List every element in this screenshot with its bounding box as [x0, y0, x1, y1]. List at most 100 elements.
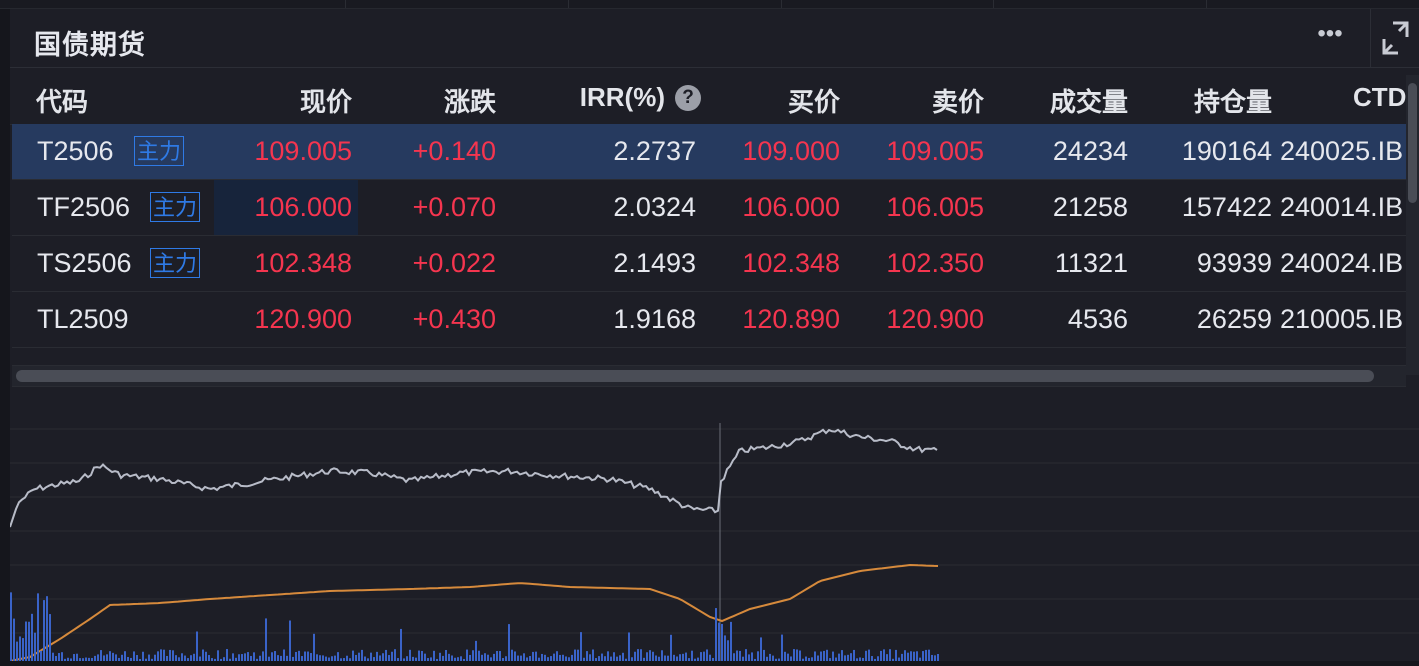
- horizontal-scrollbar[interactable]: [12, 365, 1406, 387]
- volume-bar: [619, 655, 621, 661]
- volume-bar: [298, 650, 300, 661]
- volume-bar: [433, 650, 435, 661]
- volume-bar: [154, 654, 156, 661]
- volume-bar: [739, 650, 741, 661]
- volume-bar: [172, 650, 174, 661]
- volume-bar: [769, 653, 771, 661]
- volume-bar: [631, 657, 633, 661]
- volume-bar: [196, 631, 198, 661]
- volume-bar: [103, 655, 105, 661]
- volume-bar: [907, 652, 909, 661]
- volume-bar: [550, 656, 552, 661]
- volume-bar: [61, 652, 63, 661]
- col-volume[interactable]: 成交量: [1050, 82, 1128, 119]
- volume-bar: [217, 650, 219, 661]
- volume-bar: [505, 656, 507, 661]
- table-row[interactable]: T2506 主力 109.005 +0.140 2.2737 109.000 1…: [12, 124, 1406, 180]
- col-open-interest[interactable]: 持仓量: [1194, 82, 1272, 119]
- open-interest-value: 26259: [1196, 304, 1272, 334]
- volume-bar: [877, 656, 879, 661]
- table-row[interactable]: TL2509 120.900 +0.430 1.9168 120.890 120…: [12, 292, 1406, 348]
- volume-bar: [100, 650, 102, 661]
- volume-bar: [262, 651, 264, 661]
- help-circle-icon[interactable]: ?: [675, 85, 701, 111]
- volume-bar: [274, 651, 276, 661]
- open-interest-value: 93939: [1196, 248, 1272, 278]
- table-row[interactable]: TF2506 主力 106.000 +0.070 2.0324 106.000 …: [12, 180, 1406, 236]
- volume-bar: [589, 654, 591, 661]
- volume-bar: [661, 650, 663, 661]
- volume-bar: [604, 656, 606, 661]
- volume-bar: [691, 650, 693, 661]
- volume-bar: [547, 657, 549, 661]
- volume-bar: [106, 654, 108, 661]
- volume-bar: [115, 654, 117, 661]
- volume-bar: [223, 657, 225, 661]
- price-change: +0.022: [412, 248, 496, 278]
- ask-price: 106.005: [886, 192, 984, 222]
- volume-bar: [28, 621, 30, 661]
- volume-value: 21258: [1052, 192, 1128, 222]
- volume-bar: [328, 657, 330, 661]
- col-ask[interactable]: 卖价: [932, 82, 984, 119]
- volume-bar: [553, 653, 555, 661]
- expand-icon[interactable]: [1370, 9, 1419, 67]
- volume-bar: [904, 650, 906, 661]
- volume-bar: [784, 651, 786, 661]
- volume-bar: [859, 657, 861, 661]
- volume-bar: [760, 637, 762, 661]
- volume-bar: [55, 656, 57, 661]
- volume-bar: [913, 651, 915, 661]
- volume-bar: [46, 596, 48, 661]
- volume-bar: [334, 655, 336, 661]
- volume-bar: [538, 657, 540, 661]
- col-ctd[interactable]: CTD: [1353, 82, 1406, 113]
- main-contract-tag: 主力: [150, 248, 200, 278]
- vertical-scrollbar[interactable]: [1406, 75, 1419, 375]
- volume-bar: [844, 655, 846, 661]
- col-change[interactable]: 涨跌: [444, 82, 496, 119]
- last-price: 102.348: [254, 248, 352, 278]
- table-row[interactable]: TS2506 主力 102.348 +0.022 2.1493 102.348 …: [12, 236, 1406, 292]
- volume-bar: [634, 651, 636, 661]
- col-irr[interactable]: IRR(%)?: [580, 82, 701, 113]
- volume-bar: [238, 654, 240, 661]
- volume-bar: [721, 623, 723, 661]
- more-dots-icon[interactable]: •••: [1310, 22, 1350, 53]
- volume-bar: [190, 655, 192, 661]
- volume-bar: [574, 649, 576, 661]
- volume-bar: [163, 649, 165, 661]
- col-price[interactable]: 现价: [300, 82, 352, 119]
- volume-bar: [697, 657, 699, 661]
- volume-bar: [127, 656, 129, 661]
- col-bid[interactable]: 买价: [788, 82, 840, 119]
- volume-bar: [655, 655, 657, 661]
- volume-bar: [853, 649, 855, 661]
- volume-bar: [226, 649, 228, 661]
- volume-bar: [355, 654, 357, 661]
- col-code[interactable]: 代码: [36, 82, 88, 119]
- volume-bar: [781, 634, 783, 661]
- volume-bar: [415, 657, 417, 661]
- horizontal-scrollbar-thumb[interactable]: [16, 370, 1374, 382]
- volume-bar: [304, 651, 306, 661]
- volume-bar: [796, 649, 798, 661]
- volume-bar: [772, 655, 774, 661]
- volume-bar: [49, 614, 51, 661]
- volume-bar: [715, 608, 717, 661]
- volume-bar: [814, 651, 816, 661]
- bond-futures-panel: 国债期货 ••• 代码 现价 涨跌 IRR(%)? 买价 卖价 成交量 持仓量 …: [9, 9, 1419, 662]
- volume-bar: [337, 652, 339, 661]
- vertical-scrollbar-thumb[interactable]: [1408, 83, 1417, 203]
- ctd-bond: 240025.IB: [1280, 136, 1404, 166]
- volume-bar: [799, 650, 801, 661]
- volume-bar: [598, 656, 600, 661]
- price-change: +0.430: [412, 304, 496, 334]
- volume-bar: [847, 654, 849, 661]
- volume-bar: [676, 656, 678, 661]
- volume-bar: [73, 654, 75, 661]
- volume-bar: [475, 640, 477, 661]
- volume-bar: [934, 655, 936, 661]
- volume-bar: [409, 649, 411, 661]
- volume-bar: [376, 651, 378, 661]
